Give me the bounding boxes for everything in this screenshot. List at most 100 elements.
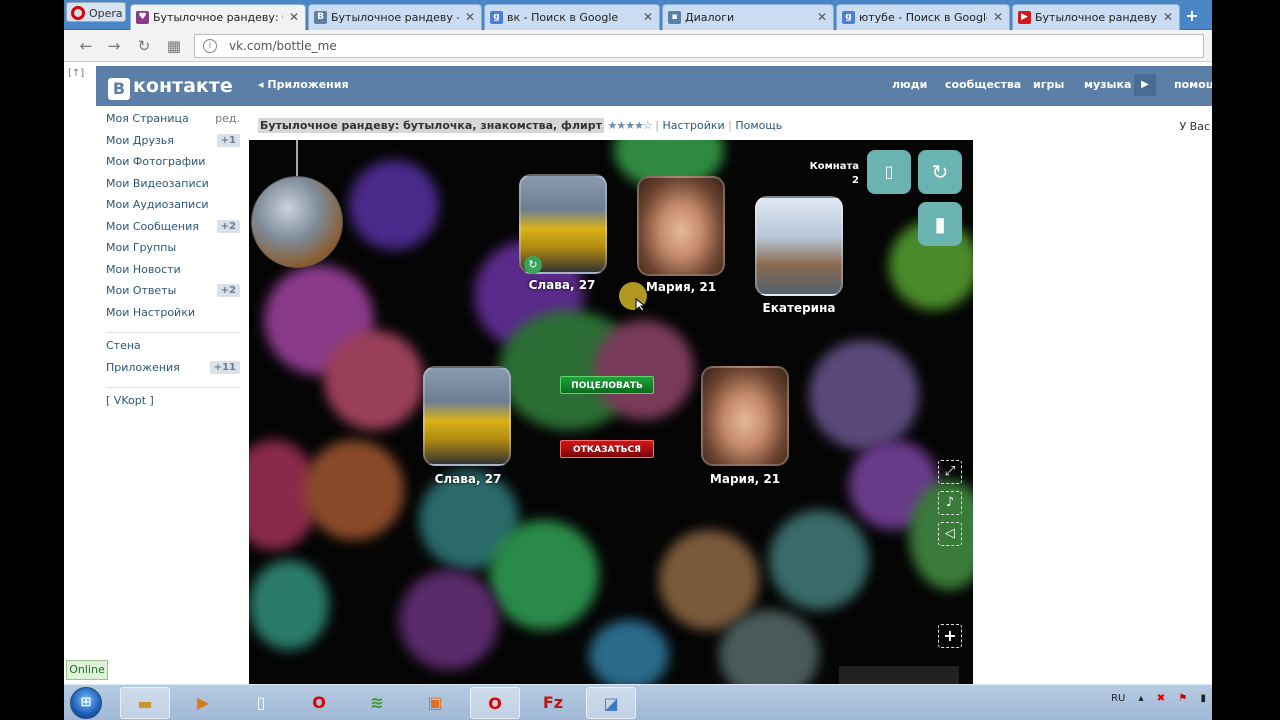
windows-taskbar: ⊞ ▬ ▶ ▯ O ≋ ▣ O Fz ◪ RU ▴ ✖ ⚑ ▮	[64, 684, 1212, 720]
sidebar-item-answers[interactable]: Мои Ответы +2	[106, 284, 244, 306]
filezilla-icon[interactable]: Fz	[528, 687, 578, 719]
new-tab-button[interactable]: +	[1182, 7, 1202, 25]
vk-header: Вконтакте ◂ Приложения люди сообщества и…	[96, 66, 1212, 106]
back-arrow-icon[interactable]: ←	[76, 36, 96, 56]
refuse-button[interactable]: ОТКАЗАТЬСЯ	[560, 440, 654, 458]
sidebar-item-messages[interactable]: Мои Сообщения +2	[106, 219, 244, 242]
window-app-icon[interactable]: ◪	[586, 687, 636, 719]
document-icon[interactable]: ▯	[236, 687, 286, 719]
close-tab-icon[interactable]: ✕	[289, 10, 299, 24]
room-indicator: Комната 2	[809, 160, 859, 188]
vk-page: [↑] Вконтакте ◂ Приложения люди сообщест…	[64, 62, 1212, 684]
pair-avatar-right[interactable]	[701, 366, 789, 466]
opera-label: Opera	[89, 7, 123, 20]
sidebar-item-news[interactable]: Мои Новости	[106, 263, 244, 285]
opera-active-icon[interactable]: O	[470, 687, 520, 719]
sidebar-item-vkopt[interactable]: [ VKopt ]	[106, 394, 244, 416]
tab-title: Бутылочное рандеву: бу	[153, 11, 283, 24]
tab-strip: Opera ♥ Бутылочное рандеву: бу ✕ B Бутыл…	[64, 0, 1212, 30]
desktop: Opera ♥ Бутылочное рандеву: бу ✕ B Бутыл…	[0, 0, 1280, 720]
edit-link[interactable]: ред.	[215, 112, 240, 125]
nav-help[interactable]: помощ	[1174, 78, 1212, 91]
nav-music[interactable]: музыка	[1084, 78, 1131, 91]
tab-title: вк - Поиск в Google	[507, 11, 619, 24]
refresh-button[interactable]: ↻	[918, 150, 962, 194]
browser-window: Opera ♥ Бутылочное рандеву: бу ✕ B Бутыл…	[64, 0, 1212, 684]
nav-communities[interactable]: сообщества	[945, 78, 1021, 91]
sidebar-item-friends[interactable]: Мои Друзья +1	[106, 133, 244, 156]
start-button[interactable]: ⊞	[70, 687, 102, 719]
media-player-icon[interactable]: ▶	[178, 687, 228, 719]
tab-google-vk[interactable]: g вк - Поиск в Google ✕	[484, 4, 660, 30]
vk-icon: B	[314, 11, 327, 24]
close-tab-icon[interactable]: ✕	[817, 10, 827, 24]
file-explorer-icon[interactable]: ▬	[120, 687, 170, 719]
reload-icon[interactable]: ↻	[134, 36, 154, 56]
dialogs-icon: ▪	[668, 11, 681, 24]
app-settings-link[interactable]: Настройки	[663, 119, 725, 132]
sidebar-item-groups[interactable]: Мои Группы	[106, 241, 244, 263]
wifi-app-icon[interactable]: ≋	[352, 687, 402, 719]
close-tab-icon[interactable]: ✕	[465, 10, 475, 24]
sidebar-item-videos[interactable]: Мои Видеозаписи	[106, 177, 244, 199]
room-number: 2	[852, 175, 859, 186]
system-tray: RU ▴ ✖ ⚑ ▮	[1101, 693, 1206, 704]
tab-google-youtube[interactable]: g ютубе - Поиск в Google ✕	[836, 4, 1010, 30]
tab-youtube-bottle[interactable]: ▶ Бутылочное рандеву: бу ✕	[1012, 4, 1180, 30]
site-info-icon[interactable]: i	[203, 39, 217, 53]
count-badge: +11	[209, 360, 240, 374]
add-plus-icon[interactable]: +	[938, 624, 962, 648]
vk-logo[interactable]: Вконтакте	[108, 75, 233, 100]
stats-chart-button[interactable]: ▮	[918, 202, 962, 246]
bokeh-circle	[594, 320, 694, 420]
antivirus-icon[interactable]: ✖	[1157, 693, 1165, 704]
google-icon: g	[490, 11, 503, 24]
close-tab-icon[interactable]: ✕	[1163, 10, 1173, 24]
nav-games[interactable]: игры	[1033, 78, 1064, 91]
network-status-icon[interactable]: ⚑	[1178, 693, 1187, 704]
opera-menu-button[interactable]: Opera	[66, 2, 126, 22]
battery-icon[interactable]: ▮	[1200, 693, 1206, 704]
bokeh-circle	[809, 340, 919, 450]
rating-stars: ★★★★☆	[607, 119, 652, 132]
music-note-icon[interactable]: ♪	[938, 491, 962, 515]
tray-expand-icon[interactable]: ▴	[1139, 693, 1144, 704]
speed-dial-grid-icon[interactable]: ▦	[164, 36, 184, 56]
scroll-top-tag[interactable]: [↑]	[68, 68, 84, 79]
opera-browser-icon[interactable]: O	[294, 687, 344, 719]
orange-app-icon[interactable]: ▣	[410, 687, 460, 719]
sidebar-item-audio[interactable]: Мои Аудиозаписи	[106, 198, 244, 220]
kiss-button[interactable]: ПОЦЕЛОВАТЬ	[560, 376, 654, 394]
tab-bottle-forum[interactable]: B Бутылочное рандеву - » ✕	[308, 4, 482, 30]
player-avatar[interactable]	[755, 196, 843, 296]
language-indicator[interactable]: RU	[1111, 693, 1125, 704]
close-tab-icon[interactable]: ✕	[993, 10, 1003, 24]
bokeh-circle	[349, 160, 439, 250]
sidebar-item-wall[interactable]: Стена	[106, 339, 244, 361]
sidebar-item-photos[interactable]: Мои Фотографии	[106, 155, 244, 177]
address-bar[interactable]: i vk.com/bottle_me	[194, 34, 1204, 58]
player-name: Мария, 21	[709, 472, 781, 486]
app-title-bar: Бутылочное рандеву: бутылочка, знакомств…	[258, 118, 783, 133]
sidebar-item-apps[interactable]: Приложения +11	[106, 360, 244, 383]
pair-avatar-left[interactable]	[423, 366, 511, 466]
info-button[interactable]: ▯	[867, 150, 911, 194]
user-balance-text: У Вас	[1179, 120, 1210, 133]
apps-nav-link[interactable]: ◂ Приложения	[258, 78, 349, 91]
music-play-icon[interactable]: ▶	[1134, 74, 1156, 96]
sound-icon[interactable]: ◁	[938, 522, 962, 546]
game-canvas[interactable]: Комната 2 ▯ ↻ ▮ ↻ Слава, 27 Мария, 21 Ек…	[249, 140, 973, 684]
tab-title: Бутылочное рандеву: бу	[1035, 11, 1157, 24]
tab-dialogs[interactable]: ▪ Диалоги ✕	[662, 4, 834, 30]
app-help-link[interactable]: Помощь	[735, 119, 782, 132]
sidebar-item-my-page[interactable]: Моя Страница ред.	[106, 112, 244, 134]
fullscreen-icon[interactable]: ⤢	[938, 460, 962, 484]
close-tab-icon[interactable]: ✕	[643, 10, 653, 24]
bokeh-circle	[324, 330, 424, 430]
nav-people[interactable]: люди	[892, 78, 927, 91]
vk-heart-icon: ♥	[136, 11, 149, 24]
sidebar-item-settings[interactable]: Мои Настройки	[106, 306, 244, 328]
player-avatar[interactable]	[637, 176, 725, 276]
forward-arrow-icon[interactable]: →	[104, 36, 124, 56]
tab-bottle-app[interactable]: ♥ Бутылочное рандеву: бу ✕	[130, 4, 306, 30]
